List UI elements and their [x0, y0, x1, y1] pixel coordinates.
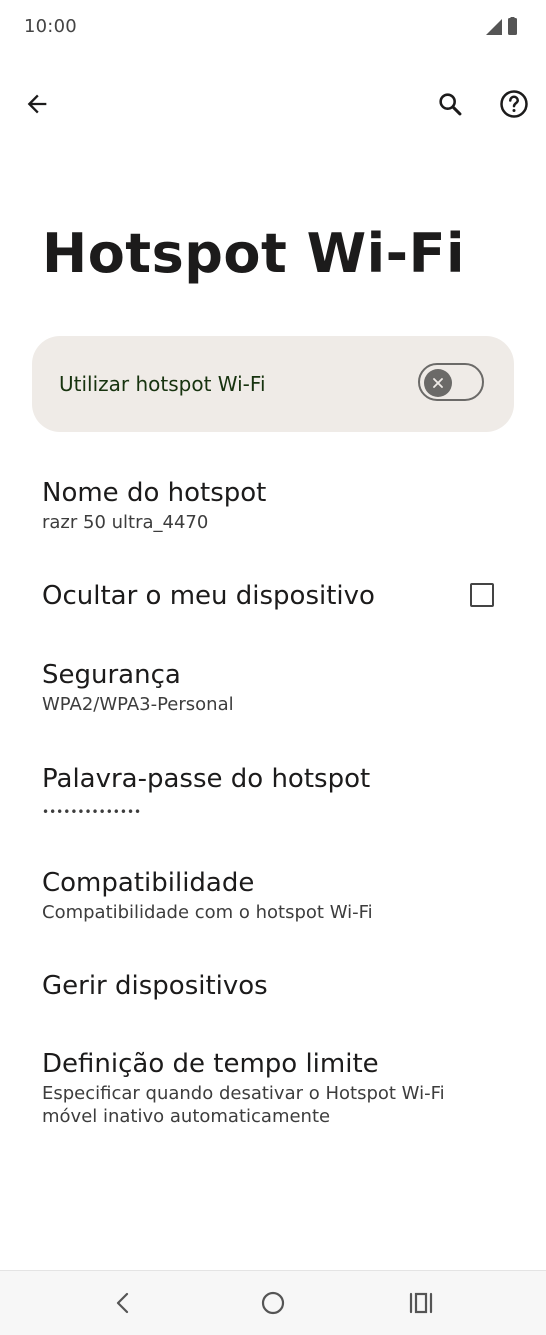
- main-switch-label: Utilizar hotspot Wi-Fi: [59, 372, 266, 396]
- setting-manage-devices[interactable]: Gerir dispositivos: [42, 970, 512, 1002]
- nav-recents-icon: [409, 1292, 433, 1314]
- toggle-thumb: [424, 369, 452, 397]
- signal-icon: [486, 19, 502, 35]
- hotspot-main-switch[interactable]: Utilizar hotspot Wi-Fi: [32, 336, 514, 432]
- search-button[interactable]: [426, 80, 474, 128]
- setting-title: Nome do hotspot: [42, 478, 267, 508]
- system-nav-bar: [0, 1270, 546, 1335]
- nav-recents-button[interactable]: [397, 1279, 445, 1327]
- setting-subtitle: razr 50 ultra_4470: [42, 512, 209, 533]
- setting-title: Ocultar o meu dispositivo: [42, 581, 375, 611]
- setting-timeout[interactable]: Definição de tempo limite Especificar qu…: [42, 1048, 502, 1128]
- close-icon: [433, 378, 443, 388]
- app-bar: [0, 72, 546, 136]
- status-icons: [486, 17, 517, 35]
- nav-home-button[interactable]: [249, 1279, 297, 1327]
- setting-title: Compatibilidade: [42, 868, 255, 898]
- setting-security[interactable]: Segurança WPA2/WPA3-Personal: [42, 659, 512, 716]
- status-time: 10:00: [24, 16, 77, 37]
- setting-subtitle: ••••••••••••••: [42, 805, 142, 819]
- setting-hide-device[interactable]: Ocultar o meu dispositivo: [42, 580, 512, 612]
- back-arrow-icon: [27, 94, 47, 114]
- setting-title: Palavra-passe do hotspot: [42, 764, 371, 794]
- nav-back-button[interactable]: [99, 1279, 147, 1327]
- status-bar: 10:00: [0, 0, 546, 56]
- setting-title: Definição de tempo limite: [42, 1049, 379, 1079]
- help-icon: [500, 90, 528, 118]
- battery-icon: [508, 18, 517, 35]
- nav-home-icon: [261, 1291, 285, 1315]
- search-icon: [439, 93, 462, 116]
- setting-subtitle: Compatibilidade com o hotspot Wi-Fi: [42, 902, 373, 923]
- back-button[interactable]: [13, 80, 61, 128]
- hide-device-checkbox[interactable]: [470, 583, 494, 607]
- setting-title: Gerir dispositivos: [42, 971, 268, 1001]
- hotspot-toggle[interactable]: [418, 363, 484, 401]
- nav-back-icon: [116, 1292, 129, 1314]
- setting-hotspot-name[interactable]: Nome do hotspot razr 50 ultra_4470: [42, 477, 512, 534]
- setting-subtitle: WPA2/WPA3-Personal: [42, 694, 234, 715]
- setting-compatibility[interactable]: Compatibilidade Compatibilidade com o ho…: [42, 867, 512, 924]
- help-button[interactable]: [490, 80, 538, 128]
- setting-hotspot-password[interactable]: Palavra-passe do hotspot ••••••••••••••: [42, 763, 512, 824]
- page-title: Hotspot Wi-Fi: [42, 222, 465, 285]
- setting-subtitle: Especificar quando desativar o Hotspot W…: [42, 1083, 445, 1127]
- setting-title: Segurança: [42, 660, 181, 690]
